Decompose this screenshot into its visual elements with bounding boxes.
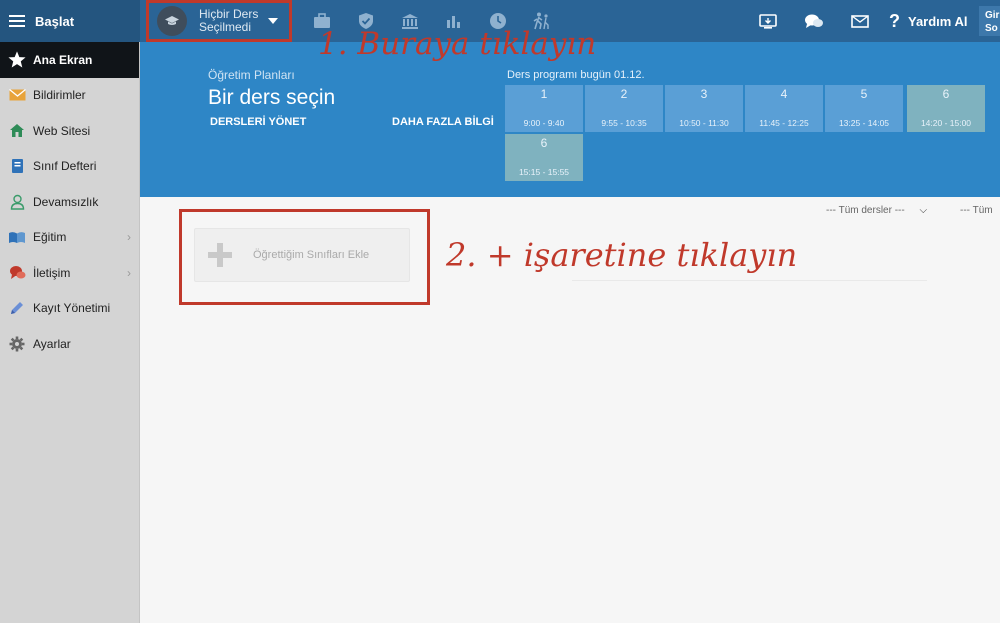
course-filter-select[interactable]: --- Tüm dersler --- ⌵: [826, 205, 927, 216]
sidebar-item-label: Bildirimler: [33, 88, 86, 103]
sidebar-item-iletisim[interactable]: İletişim ›: [0, 255, 139, 291]
menu-toggle[interactable]: Başlat: [0, 0, 140, 42]
annotation-box-step1: [146, 0, 292, 42]
schedule-slot[interactable]: 1 9:00 - 9:40: [505, 85, 583, 132]
second-filter-value: --- Tüm: [960, 205, 993, 216]
envelope-icon: [8, 86, 26, 104]
slot-number: 6: [540, 136, 548, 150]
chevron-down-icon: ⌵: [919, 205, 928, 216]
annotation-step1: 1. Buraya tıklayın: [318, 26, 597, 62]
schedule-slot[interactable]: 4 11:45 - 12:25: [745, 85, 823, 132]
slot-time: 14:20 - 15:00: [920, 118, 972, 128]
sidebar-item-label: İletişim: [33, 265, 71, 280]
slot-number: 1: [540, 87, 548, 101]
slot-time: 10:50 - 11:30: [679, 118, 729, 128]
cast-screen-icon[interactable]: [745, 13, 791, 29]
sidebar-item-label: Devamsızlık: [33, 194, 99, 209]
schedule-slot-current[interactable]: 6 14:20 - 15:00: [907, 85, 985, 132]
sidebar-item-ayarlar[interactable]: Ayarlar: [0, 326, 139, 362]
slot-number: 4: [780, 87, 788, 101]
mail-icon[interactable]: [837, 14, 883, 28]
annotation-box-step2: [179, 209, 430, 305]
login-button[interactable]: Giri So: [979, 6, 1000, 36]
sidebar-item-bildirimler[interactable]: Bildirimler: [0, 78, 139, 114]
sidebar: Ana Ekran Bildirimler Web Sitesi Sınıf D…: [0, 42, 140, 623]
open-book-icon: [8, 228, 26, 246]
schedule-slot[interactable]: 2 9:55 - 10:35: [585, 85, 663, 132]
annotation-step2: 2. + işaretine tıklayın: [446, 236, 798, 274]
slot-time: 13:25 - 14:05: [838, 118, 890, 128]
sidebar-item-web-sitesi[interactable]: Web Sitesi: [0, 113, 139, 149]
second-filter-select[interactable]: --- Tüm: [960, 205, 993, 216]
chat-icon: [8, 264, 26, 282]
sidebar-item-devamsizlik[interactable]: Devamsızlık: [0, 184, 139, 220]
sidebar-item-label: Ayarlar: [33, 336, 71, 351]
sidebar-item-ana-ekran[interactable]: Ana Ekran: [0, 42, 139, 78]
menu-label: Başlat: [35, 13, 75, 29]
sidebar-item-egitim[interactable]: Eğitim ›: [0, 220, 139, 256]
slot-time: 15:15 - 15:55: [518, 167, 570, 177]
help-label: Yardım Al: [908, 13, 968, 29]
divider: [572, 280, 927, 281]
manage-courses-link[interactable]: DERSLERİ YÖNET: [210, 116, 306, 128]
course-header: Öğretim Planları Bir ders seçin DERSLERİ…: [140, 42, 1000, 197]
sidebar-item-kayit-yonetimi[interactable]: Kayıt Yönetimi: [0, 291, 139, 327]
slot-number: 5: [860, 87, 868, 101]
sidebar-item-label: Web Sitesi: [33, 123, 91, 138]
slot-time: 9:55 - 10:35: [601, 118, 647, 128]
chat-bubbles-icon[interactable]: [791, 13, 837, 30]
help-button[interactable]: ? Yardım Al: [889, 11, 967, 32]
house-icon: [8, 122, 26, 140]
login-line1: Giri: [985, 10, 1000, 21]
slot-time: 9:00 - 9:40: [523, 118, 565, 128]
gear-icon: [8, 335, 26, 353]
page-title: Bir ders seçin: [208, 86, 336, 109]
login-line2: So: [985, 23, 998, 34]
more-info-link[interactable]: DAHA FAZLA BİLGİ: [392, 116, 494, 128]
sidebar-item-label: Ana Ekran: [33, 52, 93, 67]
pencil-icon: [8, 299, 26, 317]
right-tools: ? Yardım Al: [745, 0, 967, 42]
person-icon: [8, 193, 26, 211]
star-icon: [8, 51, 26, 69]
slot-number: 3: [700, 87, 708, 101]
schedule-slot[interactable]: 3 10:50 - 11:30: [665, 85, 743, 132]
schedule-slot-current[interactable]: 6 15:15 - 15:55: [505, 134, 583, 181]
course-filter-value: --- Tüm dersler ---: [826, 205, 905, 216]
sidebar-item-label: Kayıt Yönetimi: [33, 301, 111, 316]
sidebar-item-label: Sınıf Defteri: [33, 159, 97, 174]
book-icon: [8, 157, 26, 175]
chevron-right-icon: ›: [127, 230, 131, 245]
sidebar-item-label: Eğitim: [33, 230, 67, 245]
hamburger-icon: [9, 15, 25, 27]
slot-time: 11:45 - 12:25: [759, 118, 809, 128]
slot-number: 6: [942, 87, 950, 101]
question-mark-icon: ?: [889, 10, 900, 31]
header-subtitle: Öğretim Planları: [208, 68, 295, 82]
slot-number: 2: [620, 87, 628, 101]
schedule-title: Ders programı bugün 01.12.: [507, 69, 645, 81]
sidebar-item-sinif-defteri[interactable]: Sınıf Defteri: [0, 149, 139, 185]
chevron-right-icon: ›: [127, 265, 131, 280]
schedule-slot[interactable]: 5 13:25 - 14:05: [825, 85, 903, 132]
